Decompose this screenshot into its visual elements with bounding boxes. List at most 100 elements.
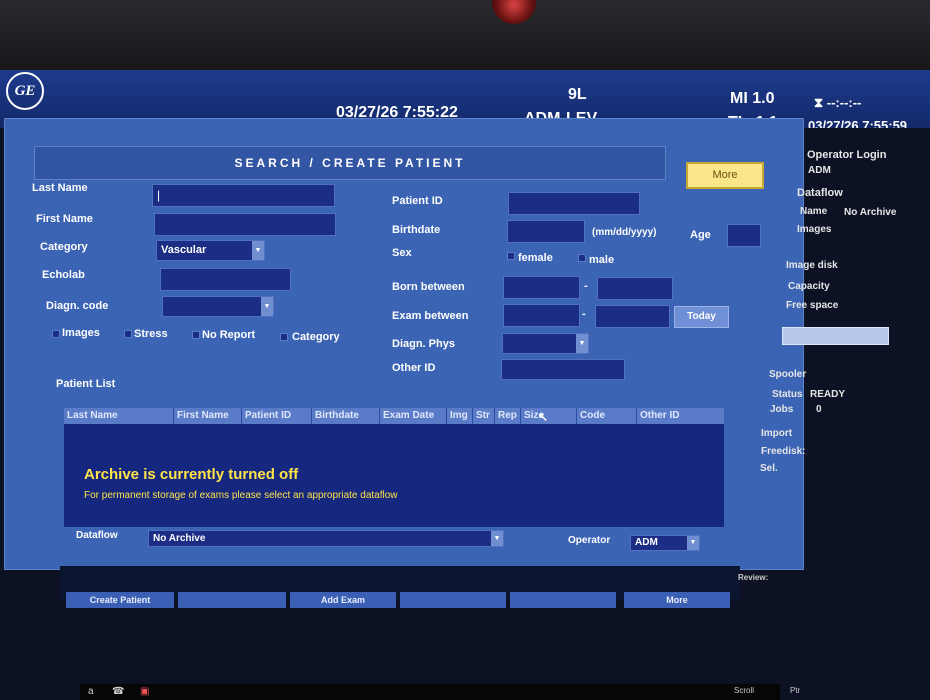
import-label: Import	[761, 428, 793, 439]
col-other-id[interactable]: Other ID	[637, 408, 724, 424]
no-report-check-label: No Report	[202, 329, 256, 341]
softkey-5[interactable]	[510, 592, 616, 608]
dataflow-name-value: No Archive	[844, 207, 897, 218]
diagn-phys-select[interactable]: ▼	[502, 333, 589, 354]
born-between-label: Born between	[392, 281, 465, 293]
patient-id-input[interactable]	[508, 192, 640, 215]
birthdate-label: Birthdate	[392, 224, 441, 236]
born-from-input[interactable]	[503, 276, 580, 299]
archive-off-title: Archive is currently turned off	[84, 466, 299, 483]
birthdate-hint: (mm/dd/yyyy)	[592, 227, 657, 238]
image-disk-title: Image disk	[786, 260, 838, 271]
spooler-title: Spooler	[769, 369, 807, 380]
taskbar	[80, 684, 780, 700]
stress-checkbox[interactable]	[124, 330, 132, 338]
images-title: Images	[797, 224, 832, 235]
chevron-down-icon: ▼	[576, 334, 588, 353]
header-mi: MI 1.0	[730, 90, 775, 107]
exam-between-label: Exam between	[392, 310, 469, 322]
softkey-2[interactable]	[178, 592, 286, 608]
age-input[interactable]	[727, 224, 761, 247]
more-softkey-button[interactable]: More	[624, 592, 730, 608]
age-label: Age	[690, 229, 711, 241]
chevron-down-icon: ▼	[687, 536, 699, 550]
diagn-phys-label: Diagn. Phys	[392, 338, 455, 350]
spooler-status-label: Status	[772, 389, 803, 400]
female-checkbox[interactable]	[507, 252, 515, 260]
person-icon[interactable]: ☎	[112, 686, 124, 697]
first-name-input[interactable]	[154, 213, 336, 236]
category-checkbox[interactable]	[280, 333, 288, 341]
header-probe: 9L	[568, 86, 587, 103]
ge-logo-icon: GE	[6, 72, 44, 110]
disk-usage-bar	[782, 327, 889, 345]
exam-to-input[interactable]	[595, 305, 670, 328]
ge-logo-text: GE	[14, 82, 36, 99]
dataflow-title: Dataflow	[797, 187, 843, 199]
born-dash: -	[584, 280, 588, 292]
spooler-jobs-value: 0	[816, 404, 822, 415]
diagn-code-label: Diagn. code	[46, 300, 109, 312]
category-select[interactable]: Vascular ▼	[156, 240, 265, 261]
echolab-input[interactable]	[160, 268, 291, 291]
birthdate-input[interactable]	[507, 220, 585, 243]
dataflow-select[interactable]: No Archive ▼	[148, 530, 504, 547]
patient-list-label: Patient List	[56, 378, 116, 390]
free-space-label: Free space	[786, 300, 839, 311]
freedisk-label: Freedisk:	[761, 446, 806, 457]
sex-label: Sex	[392, 247, 412, 259]
no-report-checkbox[interactable]	[192, 331, 200, 339]
col-last-name[interactable]: Last Name	[64, 408, 174, 424]
review-label: Review:	[738, 573, 769, 582]
col-exam-date[interactable]: Exam Date	[380, 408, 447, 424]
category-value: Vascular	[161, 244, 207, 256]
spooler-jobs-label: Jobs	[770, 404, 794, 415]
softkey-4[interactable]	[400, 592, 506, 608]
ptr-indicator: Ptr	[790, 686, 801, 695]
col-code[interactable]: Code	[577, 408, 637, 424]
col-birthdate[interactable]: Birthdate	[312, 408, 380, 424]
dataflow-name-label: Name	[800, 206, 828, 217]
col-first-name[interactable]: First Name	[174, 408, 242, 424]
operator-login-value: ADM	[808, 165, 831, 176]
male-checkbox[interactable]	[578, 254, 586, 262]
col-img[interactable]: Img	[447, 408, 473, 424]
scroll-indicator: Scroll	[734, 686, 755, 695]
dialog-title: SEARCH / CREATE PATIENT	[34, 146, 666, 180]
today-button[interactable]: Today	[674, 306, 729, 328]
other-id-input[interactable]	[501, 359, 625, 380]
operator-label: Operator	[568, 535, 611, 546]
category-label: Category	[40, 241, 88, 253]
patient-id-label: Patient ID	[392, 195, 443, 207]
col-patient-id[interactable]: Patient ID	[242, 408, 312, 424]
female-label: female	[518, 252, 553, 264]
chevron-down-icon: ▼	[261, 297, 273, 316]
operator-select[interactable]: ADM ▼	[630, 535, 700, 551]
last-name-input[interactable]: |	[152, 184, 335, 207]
col-rep[interactable]: Rep	[495, 408, 521, 424]
spooler-status-value: READY	[810, 389, 846, 400]
col-str[interactable]: Str	[473, 408, 495, 424]
create-patient-button[interactable]: Create Patient	[66, 592, 174, 608]
diagn-code-select[interactable]: ▼	[162, 296, 274, 317]
first-name-label: First Name	[36, 213, 93, 225]
taskbar-item-a[interactable]: a	[88, 686, 94, 697]
patient-list-header: Last Name First Name Patient ID Birthdat…	[64, 408, 724, 424]
col-size[interactable]: Size	[521, 408, 577, 424]
operator-value: ADM	[635, 537, 658, 548]
add-exam-button[interactable]: Add Exam	[290, 592, 396, 608]
other-id-label: Other ID	[392, 362, 436, 374]
images-checkbox[interactable]	[52, 330, 60, 338]
more-button[interactable]: More	[686, 162, 764, 189]
alert-icon[interactable]: ▣	[140, 686, 149, 697]
born-to-input[interactable]	[597, 277, 673, 300]
echolab-label: Echolab	[42, 269, 85, 281]
capacity-label: Capacity	[788, 281, 830, 292]
category-check-label: Category	[292, 331, 340, 343]
clock-text: --:--:--	[826, 95, 862, 110]
exam-from-input[interactable]	[503, 304, 580, 327]
stress-check-label: Stress	[134, 328, 168, 340]
chevron-down-icon: ▼	[252, 241, 264, 260]
clock-icon: ⧗ --:--:--	[814, 95, 862, 110]
last-name-label: Last Name	[32, 182, 88, 194]
